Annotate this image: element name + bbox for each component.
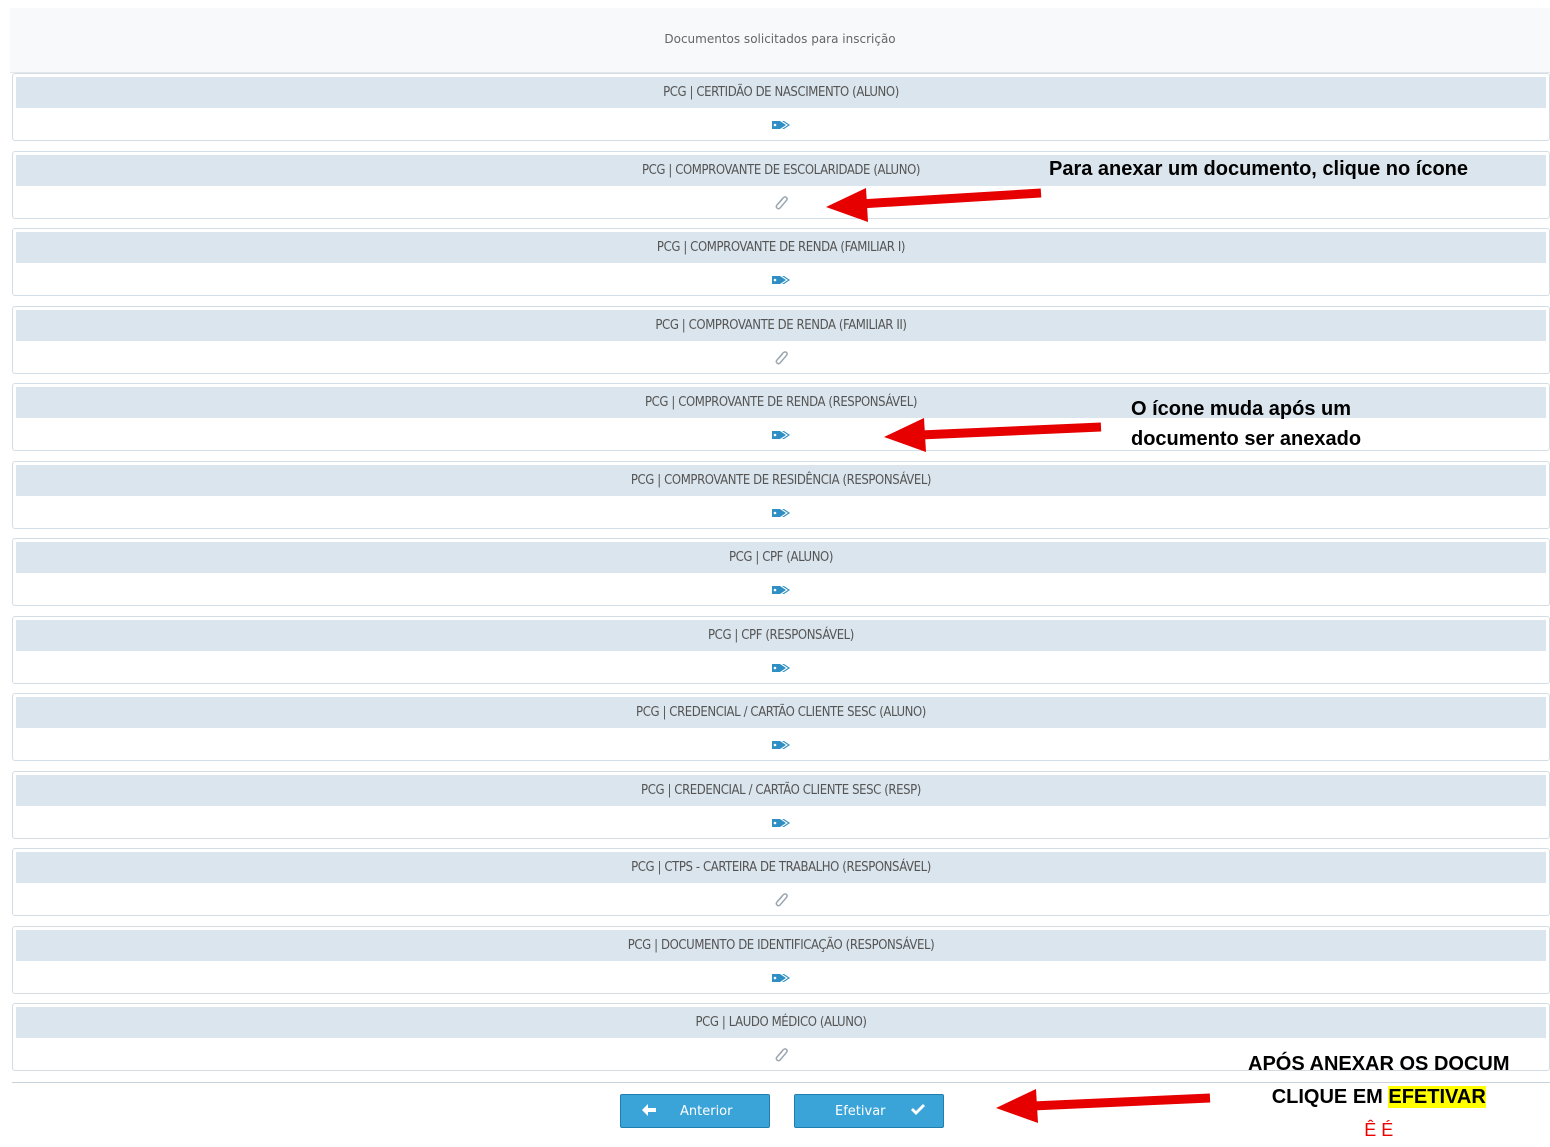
tag-icon[interactable] bbox=[769, 502, 793, 524]
document-title: PCG | CTPS - CARTEIRA DE TRABALHO (RESPO… bbox=[16, 852, 1546, 883]
annotation-submit-highlight: EFETIVAR bbox=[1388, 1086, 1486, 1108]
document-action-area bbox=[13, 343, 1549, 373]
submit-button[interactable]: Efetivar bbox=[794, 1094, 944, 1128]
annotation-submit-line1: APÓS ANEXAR OS DOCUM bbox=[1248, 1053, 1510, 1075]
document-title: PCG | LAUDO MÉDICO (ALUNO) bbox=[16, 1007, 1546, 1038]
document-title: PCG | COMPROVANTE DE RESIDÊNCIA (RESPONS… bbox=[16, 464, 1546, 496]
document-action-area bbox=[13, 575, 1549, 605]
tag-icon[interactable] bbox=[769, 967, 793, 989]
tag-icon[interactable] bbox=[769, 269, 793, 291]
annotation-submit-line2: CLIQUE EM EFETIVAR bbox=[1248, 1081, 1510, 1114]
document-item: PCG | DOCUMENTO DE IDENTIFICAÇÃO (RESPON… bbox=[12, 925, 1550, 994]
previous-button-label: Anterior bbox=[680, 1104, 733, 1119]
annotation-submit-instruction: APÓS ANEXAR OS DOCUM CLIQUE EM EFETIVAR … bbox=[1248, 1048, 1510, 1147]
document-item: PCG | CPF (RESPONSÁVEL) bbox=[12, 615, 1550, 684]
previous-button[interactable]: Anterior bbox=[620, 1094, 770, 1128]
document-item: PCG | CERTIDÃO DE NASCIMENTO (ALUNO) bbox=[12, 73, 1550, 141]
document-title: PCG | CPF (RESPONSÁVEL) bbox=[16, 619, 1546, 651]
tag-icon[interactable] bbox=[769, 734, 793, 756]
document-title: PCG | CERTIDÃO DE NASCIMENTO (ALUNO) bbox=[16, 77, 1546, 108]
document-action-area bbox=[13, 885, 1549, 915]
document-action-area bbox=[13, 110, 1549, 140]
document-action-area bbox=[13, 730, 1549, 760]
document-title: PCG | CREDENCIAL / CARTÃO CLIENTE SESC (… bbox=[16, 697, 1546, 728]
annotation-icon-change: O ícone muda após um documento ser anexa… bbox=[1131, 394, 1361, 454]
annotation-icon-change-line1: O ícone muda após um bbox=[1131, 398, 1352, 420]
document-action-area bbox=[13, 808, 1549, 838]
document-action-area bbox=[13, 265, 1549, 295]
tag-icon[interactable] bbox=[769, 114, 793, 136]
documents-list: PCG | CERTIDÃO DE NASCIMENTO (ALUNO) PCG … bbox=[12, 73, 1550, 1081]
document-title: PCG | CREDENCIAL / CARTÃO CLIENTE SESC (… bbox=[16, 774, 1546, 806]
tag-icon[interactable] bbox=[769, 657, 793, 679]
document-action-area bbox=[13, 963, 1549, 993]
document-action-area bbox=[13, 653, 1549, 683]
documents-header: Documentos solicitados para inscrição bbox=[10, 8, 1550, 73]
annotation-submit-prefix: CLIQUE EM bbox=[1271, 1086, 1389, 1108]
checkmark-icon bbox=[910, 1101, 926, 1123]
document-item: PCG | CREDENCIAL / CARTÃO CLIENTE SESC (… bbox=[12, 693, 1550, 761]
document-title: PCG | CPF (ALUNO) bbox=[16, 542, 1546, 573]
document-action-area bbox=[13, 498, 1549, 528]
arrow-left-icon bbox=[641, 1101, 657, 1123]
document-item: PCG | CTPS - CARTEIRA DE TRABALHO (RESPO… bbox=[12, 848, 1550, 916]
document-title: PCG | COMPROVANTE DE RENDA (FAMILIAR II) bbox=[16, 309, 1546, 341]
annotation-submit-line3: Ê É bbox=[1364, 1120, 1394, 1140]
paperclip-icon[interactable] bbox=[769, 889, 793, 911]
paperclip-icon[interactable] bbox=[769, 1044, 793, 1066]
submit-button-label: Efetivar bbox=[835, 1104, 886, 1119]
paperclip-icon[interactable] bbox=[769, 347, 793, 369]
document-item: PCG | CREDENCIAL / CARTÃO CLIENTE SESC (… bbox=[12, 770, 1550, 839]
paperclip-icon[interactable] bbox=[769, 192, 793, 214]
document-title: PCG | DOCUMENTO DE IDENTIFICAÇÃO (RESPON… bbox=[16, 929, 1546, 961]
page-title: Documentos solicitados para inscrição bbox=[664, 32, 896, 46]
document-action-area bbox=[13, 188, 1549, 218]
document-item: PCG | CPF (ALUNO) bbox=[12, 538, 1550, 606]
tag-icon[interactable] bbox=[769, 579, 793, 601]
document-item: PCG | COMPROVANTE DE RENDA (FAMILIAR II) bbox=[12, 305, 1550, 374]
document-item: PCG | COMPROVANTE DE RESIDÊNCIA (RESPONS… bbox=[12, 460, 1550, 529]
document-title: PCG | COMPROVANTE DE RENDA (FAMILIAR I) bbox=[16, 232, 1546, 263]
arrow-to-submit-button bbox=[996, 1089, 1211, 1123]
tag-icon[interactable] bbox=[769, 424, 793, 446]
annotation-attach-hint: Para anexar um documento, clique no ícon… bbox=[1049, 158, 1468, 180]
document-item: PCG | COMPROVANTE DE RENDA (FAMILIAR I) bbox=[12, 228, 1550, 296]
tag-icon[interactable] bbox=[769, 812, 793, 834]
annotation-icon-change-line2: documento ser anexado bbox=[1131, 428, 1362, 450]
